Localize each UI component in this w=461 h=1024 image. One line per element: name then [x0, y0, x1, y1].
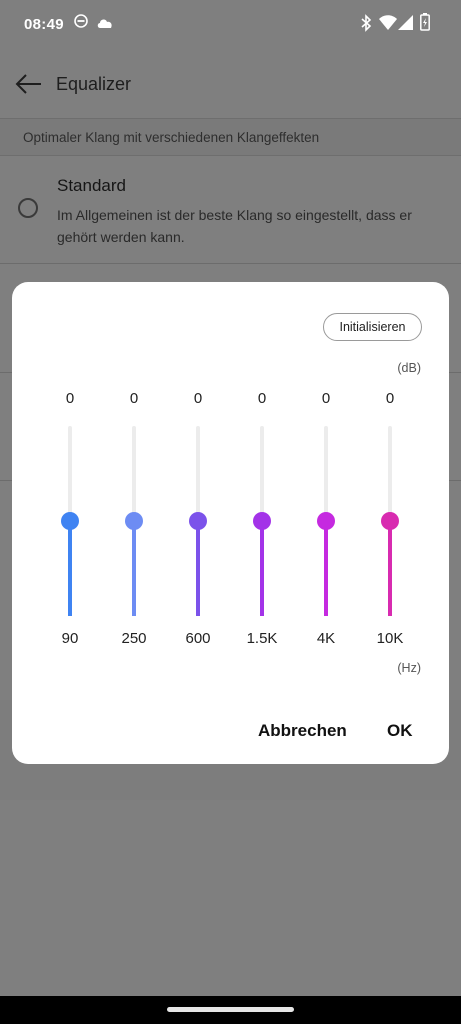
- page-title: Equalizer: [56, 74, 132, 94]
- band-gain-value: 0: [257, 390, 267, 407]
- subtitle-text: Optimaler Klang mit verschiedenen Klange…: [23, 130, 320, 145]
- band-frequency-label: 10K: [376, 630, 404, 647]
- status-bar: 08:49: [0, 0, 461, 50]
- status-time: 08:49: [24, 16, 64, 33]
- standard-radio[interactable]: [18, 198, 38, 218]
- band-slider-fill: [388, 521, 392, 616]
- divider: [0, 263, 461, 264]
- band-slider-fill: [260, 521, 264, 616]
- band-slider-knob[interactable]: [189, 512, 207, 530]
- band-frequency-label: 1.5K: [246, 630, 278, 647]
- band-slider-fill: [68, 521, 72, 616]
- signal-icon: [398, 15, 413, 34]
- band-gain-value: 0: [193, 390, 203, 407]
- cloud-icon: [96, 16, 114, 33]
- band-slider-knob[interactable]: [381, 512, 399, 530]
- band-slider-knob[interactable]: [253, 512, 271, 530]
- bluetooth-icon: [360, 14, 372, 36]
- subtitle-band: Optimaler Klang mit verschiedenen Klange…: [0, 118, 461, 156]
- band-frequency-label: 600: [185, 630, 211, 647]
- equalizer-dialog: Initialisieren (dB) 0 90 0 250 0 600 0 1.5K 0 4K 0…: [12, 282, 449, 764]
- navigation-bar: [0, 996, 461, 1024]
- band-slider-fill: [132, 521, 136, 616]
- band-frequency-label: 90: [61, 630, 79, 647]
- band-frequency-label: 250: [121, 630, 147, 647]
- band-slider-fill: [324, 521, 328, 616]
- band-slider-knob[interactable]: [317, 512, 335, 530]
- db-unit-label: (dB): [397, 361, 421, 375]
- initialize-button[interactable]: Initialisieren: [323, 313, 422, 341]
- band-slider-knob[interactable]: [61, 512, 79, 530]
- do-not-disturb-icon: [74, 14, 88, 32]
- option-description: Im Allgemeinen ist der beste Klang so ei…: [57, 207, 412, 245]
- home-gesture-handle[interactable]: [167, 1007, 294, 1012]
- battery-icon: [420, 13, 430, 35]
- band-frequency-label: 4K: [316, 630, 336, 647]
- hz-unit-label: (Hz): [397, 661, 421, 675]
- band-gain-value: 0: [321, 390, 331, 407]
- back-arrow-icon[interactable]: [14, 72, 44, 101]
- cancel-button[interactable]: Abbrechen: [258, 721, 347, 741]
- band-slider-knob[interactable]: [125, 512, 143, 530]
- wifi-icon: [379, 15, 397, 34]
- band-slider-fill: [196, 521, 200, 616]
- band-gain-value: 0: [129, 390, 139, 407]
- band-gain-value: 0: [65, 390, 75, 407]
- ok-button[interactable]: OK: [387, 721, 413, 741]
- band-gain-value: 0: [385, 390, 395, 407]
- app-bar: Equalizer: [0, 52, 461, 118]
- option-title: Standard: [57, 176, 126, 195]
